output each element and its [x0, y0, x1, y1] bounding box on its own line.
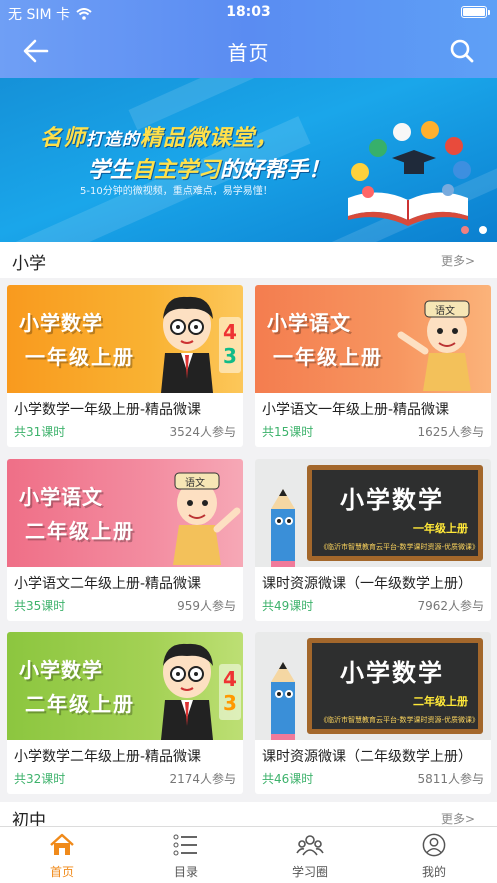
battery-icon: [461, 6, 490, 18]
board-grade: 二年级上册: [413, 695, 468, 708]
home-icon: [50, 833, 74, 855]
tab-label: 学习圈: [291, 865, 328, 879]
chalkboard: 小学数学 二年级上册 《临沂市智慧教育云平台-数学课时资源-优质微课》: [307, 638, 483, 734]
svg-text:4: 4: [223, 320, 237, 344]
course-card[interactable]: 小学数学 二年级上册 4 3 小学数学二年级上册-精品微课 共32课时 2174…: [7, 632, 243, 794]
tab-home[interactable]: 首页: [0, 833, 124, 880]
status-bar: 无 SIM 卡 18:03: [0, 0, 497, 26]
lesson-count: 共32课时: [14, 772, 66, 786]
pagination-dot-2[interactable]: [479, 226, 487, 234]
banner-line-1: 名师打造的精品微课堂，: [40, 126, 279, 151]
pencil-mascot-icon: [271, 489, 295, 567]
lesson-count: 共31课时: [14, 425, 66, 439]
course-title: 小学数学一年级上册-精品微课: [14, 402, 202, 418]
lesson-count: 共46课时: [262, 772, 314, 786]
scholar-mascot-icon: 语文: [173, 472, 241, 565]
group-icon: [296, 835, 324, 856]
thumb-subject: 小学数学: [19, 311, 103, 335]
thumb-grade: 二年级上册: [23, 688, 135, 717]
list-icon: [173, 834, 197, 856]
lesson-count: 共15课时: [262, 425, 314, 439]
tab-catalog[interactable]: 目录: [124, 833, 248, 880]
promo-banner[interactable]: 名师打造的精品微课堂， 学生自主学习的好帮手！ 5-10分钟的微视频，重点难点，…: [0, 78, 497, 242]
course-title: 小学语文一年级上册-精品微课: [262, 402, 450, 418]
board-title: 小学数学: [340, 659, 444, 687]
thumb-grade: 一年级上册: [23, 341, 135, 370]
course-title: 小学语文二年级上册-精品微课: [14, 576, 202, 592]
svg-text:3: 3: [223, 691, 237, 715]
section-title: 初中: [12, 811, 46, 826]
learner-count: 3524人参与: [169, 425, 236, 439]
thumb-subject: 小学语文: [267, 311, 351, 335]
learner-count: 5811人参与: [417, 772, 484, 786]
section-header-junior: 初中 更多>: [0, 802, 497, 826]
learner-count: 1625人参与: [417, 425, 484, 439]
chalkboard: 小学数学 一年级上册 《临沂市智慧教育云平台-数学课时资源-优质微课》: [307, 465, 483, 561]
course-thumbnail: 小学语文 二年级上册 语文: [7, 459, 243, 567]
board-title: 小学数学: [340, 486, 444, 514]
board-footer: 《临沂市智慧教育云平台-数学课时资源-优质微课》: [320, 716, 480, 724]
lesson-count: 共35课时: [14, 599, 66, 613]
pencil-mascot-icon: [271, 662, 295, 740]
user-icon: [422, 833, 446, 857]
banner-pagination: [461, 226, 487, 234]
course-thumbnail: 小学数学 一年级上册 4 3: [7, 285, 243, 393]
board-grade: 一年级上册: [413, 522, 468, 535]
svg-text:语文: 语文: [435, 304, 455, 317]
course-title: 课时资源微课（二年级数学上册）: [262, 749, 472, 765]
more-link[interactable]: 更多>: [441, 810, 475, 826]
section-header-primary: 小学 更多>: [0, 242, 497, 278]
teacher-mascot-icon: 4 3: [161, 643, 241, 740]
thumb-grade: 二年级上册: [23, 515, 135, 544]
teacher-mascot-icon: 4 3: [161, 296, 241, 393]
tab-study-circle[interactable]: 学习圈: [248, 833, 372, 880]
tab-label: 目录: [173, 865, 198, 879]
svg-text:4: 4: [223, 667, 237, 691]
learner-count: 2174人参与: [169, 772, 236, 786]
course-title: 小学数学二年级上册-精品微课: [14, 749, 202, 765]
search-icon[interactable]: [449, 38, 475, 64]
course-thumbnail: 小学数学 二年级上册 《临沂市智慧教育云平台-数学课时资源-优质微课》: [255, 632, 491, 740]
nav-bar: 首页: [0, 26, 497, 76]
thumb-subject: 小学数学: [19, 658, 103, 682]
thumb-subject: 小学语文: [19, 485, 103, 509]
tab-label: 首页: [49, 865, 74, 879]
app-header: 无 SIM 卡 18:03 首页: [0, 0, 497, 78]
bottom-tab-bar: 首页 目录 学习圈 我的: [0, 826, 497, 883]
course-card[interactable]: 小学语文 二年级上册 语文 小学语文二年级上册-精品微课 共35课时 959人参…: [7, 459, 243, 621]
course-card[interactable]: 小学数学 一年级上册 《临沂市智慧教育云平台-数学课时资源-优质微课》 课时资源…: [255, 459, 491, 621]
board-footer: 《临沂市智慧教育云平台-数学课时资源-优质微课》: [320, 543, 480, 551]
course-card[interactable]: 小学数学 一年级上册 4 3 小学数学一年级上册-精品微课 共31课时 3524…: [7, 285, 243, 447]
svg-text:语文: 语文: [185, 476, 205, 489]
scholar-mascot-icon: 语文: [397, 300, 471, 391]
section-title: 小学: [12, 254, 46, 274]
course-thumbnail: 小学数学 一年级上册 《临沂市智慧教育云平台-数学课时资源-优质微课》: [255, 459, 491, 567]
status-time: 18:03: [226, 4, 271, 20]
thumb-grade: 一年级上册: [271, 341, 383, 370]
more-link[interactable]: 更多>: [441, 252, 475, 269]
learner-count: 959人参与: [177, 599, 236, 613]
pagination-dot-1[interactable]: [461, 226, 469, 234]
course-title: 课时资源微课（一年级数学上册）: [262, 576, 472, 592]
course-card[interactable]: 小学语文 一年级上册 语文 小学语文一年级上册-精品微课 共15课时 1625人…: [255, 285, 491, 447]
course-card[interactable]: 小学数学 二年级上册 《临沂市智慧教育云平台-数学课时资源-优质微课》 课时资源…: [255, 632, 491, 794]
tab-label: 我的: [421, 865, 446, 879]
course-thumbnail: 小学数学 二年级上册 4 3: [7, 632, 243, 740]
lesson-count: 共49课时: [262, 599, 314, 613]
page-title: 首页: [227, 41, 270, 65]
banner-subtitle: 5-10分钟的微视频，重点难点，易学易懂！: [80, 186, 273, 197]
svg-text:3: 3: [223, 344, 237, 368]
banner-line-2: 学生自主学习的好帮手！: [88, 158, 331, 183]
book-illustration: [348, 121, 471, 226]
tab-profile[interactable]: 我的: [372, 833, 496, 880]
learner-count: 7962人参与: [417, 599, 484, 613]
course-thumbnail: 小学语文 一年级上册 语文: [255, 285, 491, 393]
